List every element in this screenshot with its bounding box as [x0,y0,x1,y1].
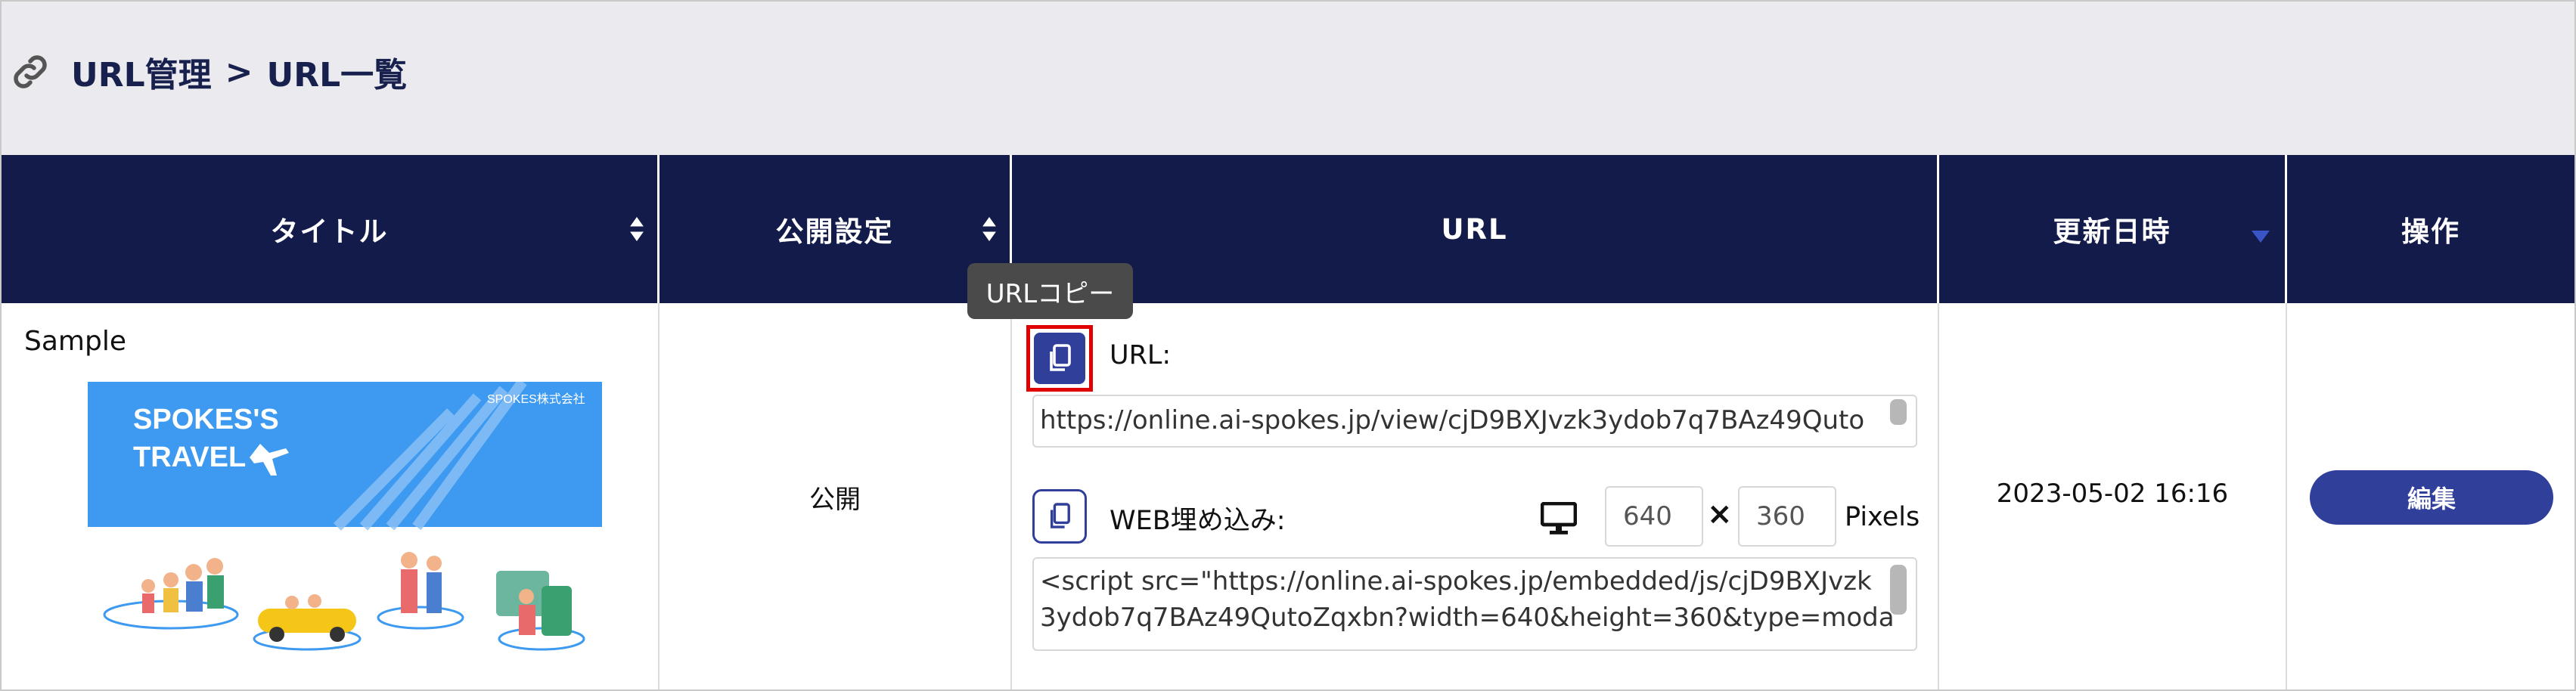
page-frame: URL管理 > URL一覧 タイトル 公開設定 URL 更新日時 操作 Samp… [0,0,2576,691]
embed-height-value: 360 [1756,501,1805,531]
thumbnail-heading-2: TRAVEL [133,442,246,473]
embed-copy-button[interactable] [1032,489,1087,544]
thumbnail-company: SPOKES株式会社 [487,392,585,406]
breadcrumb-current: URL一覧 [266,56,408,95]
column-header-title-label: タイトル [270,215,389,248]
chevron-right-icon: > [225,52,253,91]
embed-height-input[interactable]: 360 [1738,486,1836,547]
embed-width-input[interactable]: 640 [1605,486,1703,547]
link-icon [14,55,47,88]
publish-status: 公開 [809,485,861,515]
column-header-updated-label: 更新日時 [2053,215,2171,248]
column-header-publish[interactable]: 公開設定 [660,155,1012,303]
updated-datetime: 2023-05-02 16:16 [1996,479,2229,509]
breadcrumb: URL管理 > URL一覧 [8,45,407,98]
url-scrollbar[interactable] [1890,399,1907,425]
url-copy-button-inner [1034,333,1085,384]
sort-desc-icon[interactable] [2252,231,2270,243]
embed-code-line-2: 3ydob7q7BAz49QutoZqxbn?width=640&height=… [1040,603,1895,633]
times-sign: × [1707,497,1733,531]
row-title: Sample [24,326,126,357]
column-header-url-label: URL [1441,212,1508,246]
pixels-unit: Pixels [1845,502,1920,532]
embed-code-line-1: <script src="https://online.ai-spokes.jp… [1040,566,1872,596]
url-label: URL: [1110,340,1172,370]
embed-code-scrollbar[interactable] [1890,565,1907,615]
url-copy-button[interactable] [1026,325,1093,392]
column-header-url: URL [1012,155,1939,303]
column-header-actions-label: 操作 [2401,215,2460,248]
embed-code-field[interactable]: <script src="https://online.ai-spokes.jp… [1032,557,1917,651]
column-header-publish-label: 公開設定 [775,215,894,248]
copy-icon [1050,503,1070,528]
edit-button[interactable]: 編集 [2310,470,2553,525]
thumbnail-heading-1: SPOKES'S [133,404,279,435]
embed-width-value: 640 [1623,501,1672,531]
cell-publish: 公開 [660,303,1012,689]
sort-icon[interactable] [982,217,996,241]
sort-icon[interactable] [630,217,644,241]
embed-label: WEB埋め込み: [1110,506,1286,536]
url-value: https://online.ai-spokes.jp/view/cjD9BXJ… [1040,405,1865,435]
thumbnail-image: SPOKES'S TRAVEL SPOKES株式会社 [88,382,602,651]
copy-tooltip: URLコピー [967,263,1133,319]
top-bar: URL管理 > URL一覧 [2,2,2574,155]
table-header: タイトル 公開設定 URL 更新日時 操作 [2,155,2574,303]
copy-icon [1050,344,1071,371]
breadcrumb-root[interactable]: URL管理 [71,48,212,96]
column-header-title[interactable]: タイトル [2,155,660,303]
cell-title: Sample SPOKES'S TRAVEL SPOKES株式会社 [2,303,660,689]
column-header-actions: 操作 [2287,155,2574,303]
monitor-icon [1541,502,1577,535]
cell-updated: 2023-05-02 16:16 [1939,303,2287,689]
url-field[interactable]: https://online.ai-spokes.jp/view/cjD9BXJ… [1032,395,1917,448]
column-header-updated[interactable]: 更新日時 [1939,155,2287,303]
